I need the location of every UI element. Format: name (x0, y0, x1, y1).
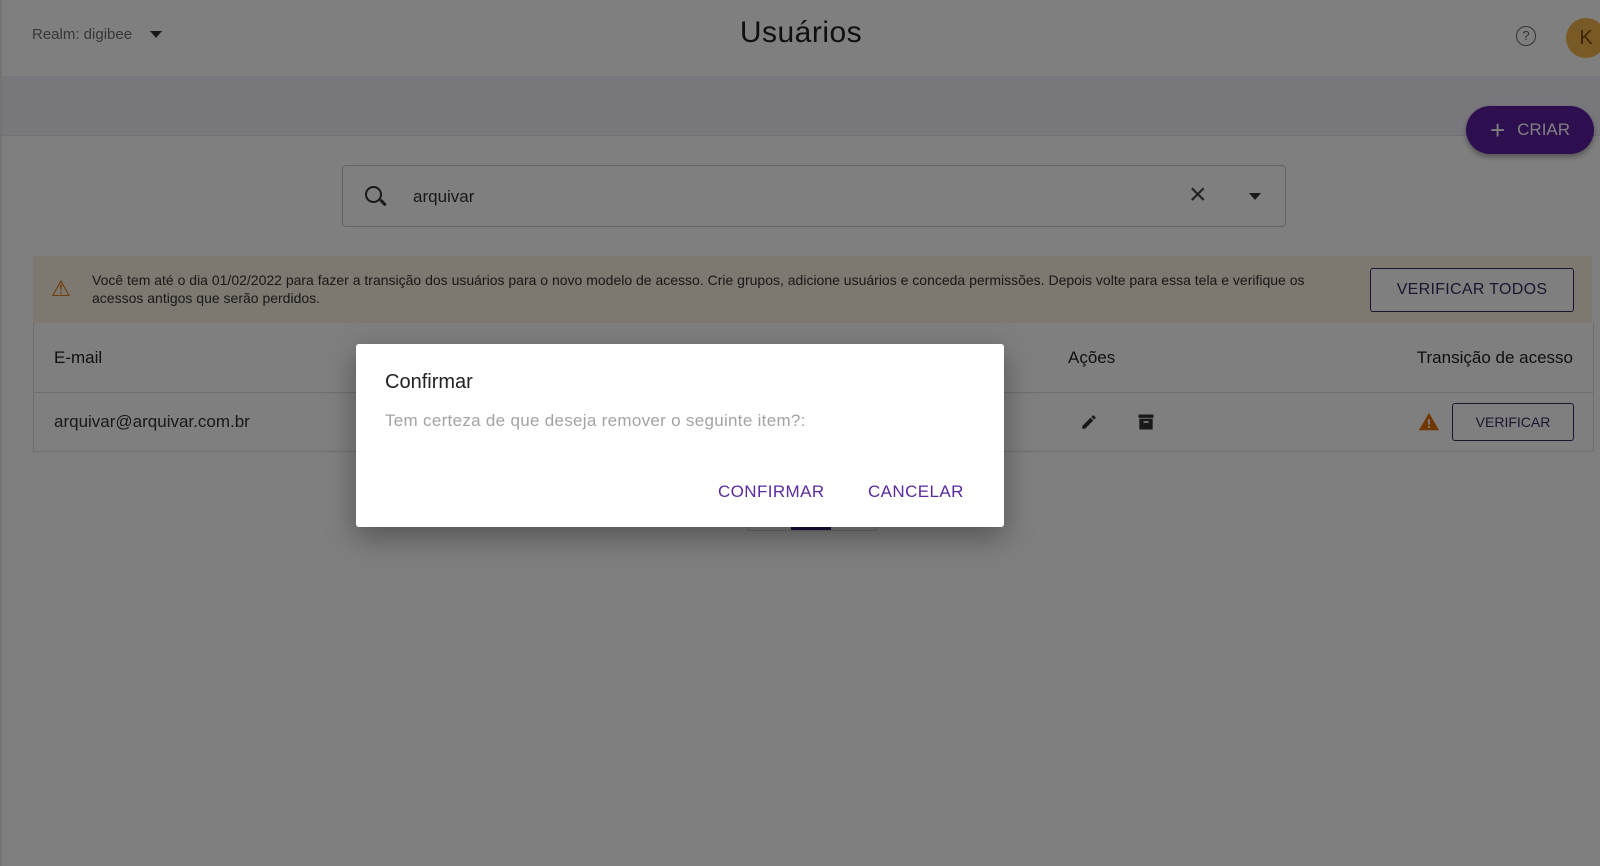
dialog-message: Tem certeza de que deseja remover o segu… (385, 411, 806, 430)
cancel-button[interactable]: CANCELAR (868, 482, 964, 502)
confirm-button[interactable]: CONFIRMAR (718, 482, 825, 502)
dialog-title: Confirmar (385, 371, 473, 393)
confirm-dialog: Confirmar Tem certeza de que deseja remo… (356, 344, 1004, 527)
